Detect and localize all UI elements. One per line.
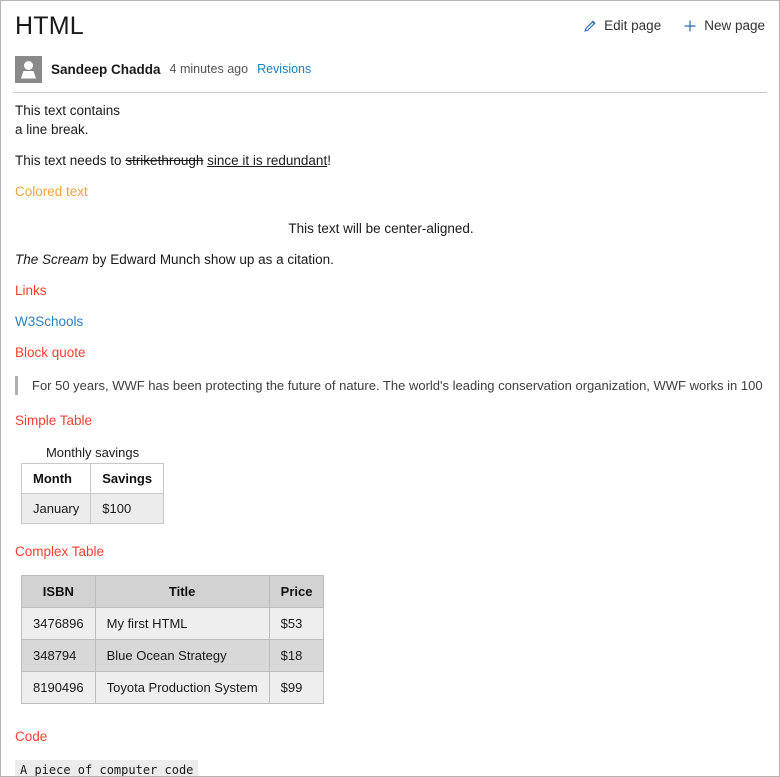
cell-isbn: 348794 (21, 639, 96, 672)
pencil-icon (583, 19, 597, 33)
column-header-title: Title (94, 575, 270, 608)
simple-table: Month Savings January $100 (20, 463, 165, 524)
column-header-savings: Savings (90, 463, 165, 494)
complex-table-wrapper: ISBN Title Price 3476896 My first HTML $… (21, 575, 325, 704)
w3schools-link[interactable]: W3Schools (15, 314, 83, 329)
table-row: January $100 (20, 493, 165, 524)
code-heading: Code (15, 729, 48, 744)
underlined-text: since it is redundant (207, 153, 328, 168)
strike-prefix: This text needs to (15, 153, 126, 168)
code-snippet: A piece of computer code (15, 760, 199, 776)
line-break-paragraph: This text contains a line break. (15, 101, 765, 139)
line-break-line-1: This text contains (15, 103, 121, 118)
page-title: HTML (15, 12, 84, 40)
simple-table-heading: Simple Table (15, 413, 93, 428)
column-header-isbn: ISBN (21, 575, 96, 608)
cell-savings: $100 (90, 493, 165, 524)
cell-price: $53 (268, 607, 325, 640)
revisions-link[interactable]: Revisions (257, 62, 311, 76)
cell-price: $99 (268, 671, 325, 704)
colored-text: Colored text (15, 184, 88, 199)
avatar-head (24, 60, 33, 70)
table-row: 8190496 Toyota Production System $99 (21, 671, 325, 704)
links-heading: Links (15, 283, 47, 298)
complex-table: ISBN Title Price 3476896 My first HTML $… (21, 575, 325, 704)
page-container: HTML Edit page New page Sandeep Chadda 4… (0, 0, 780, 777)
edit-page-label: Edit page (604, 18, 662, 33)
simple-table-wrapper: Monthly savings Month Savings January $1… (20, 445, 165, 524)
cell-month: January (20, 493, 92, 524)
center-aligned-text: This text will be center-aligned. (288, 221, 474, 236)
edit-page-button[interactable]: Edit page (583, 18, 661, 33)
user-avatar-icon (15, 55, 42, 83)
strikethrough-paragraph: This text needs to strikethrough since i… (15, 151, 765, 170)
table-row: 348794 Blue Ocean Strategy $18 (21, 639, 325, 672)
page-header: HTML Edit page New page (1, 1, 779, 47)
cell-title: Blue Ocean Strategy (94, 639, 270, 672)
strikethrough-text: strikethrough (125, 153, 204, 168)
citation-rest: by Edward Munch show up as a citation. (88, 252, 334, 267)
header-actions: Edit page New page (583, 11, 765, 33)
cell-isbn: 3476896 (21, 607, 96, 640)
column-header-month: Month (20, 463, 92, 494)
cell-isbn: 8190496 (21, 671, 96, 704)
new-page-label: New page (704, 18, 765, 33)
table-row: 3476896 My first HTML $53 (21, 607, 325, 640)
citation-paragraph: The Scream by Edward Munch show up as a … (15, 250, 765, 269)
blockquote-text: For 50 years, WWF has been protecting th… (15, 376, 765, 395)
page-content: This text contains a line break. This te… (1, 93, 779, 776)
strike-suffix: ! (327, 153, 331, 168)
plus-icon (683, 19, 697, 33)
column-header-price: Price (268, 575, 325, 608)
cell-title: Toyota Production System (94, 671, 270, 704)
table-header-row: ISBN Title Price (21, 575, 325, 608)
avatar-body (21, 70, 36, 79)
author-name: Sandeep Chadda (51, 61, 161, 77)
line-break-line-2: a line break. (15, 122, 89, 137)
simple-table-caption: Monthly savings (45, 445, 140, 460)
author-timestamp: 4 minutes ago (169, 62, 249, 76)
author-row: Sandeep Chadda 4 minutes ago Revisions (1, 47, 779, 87)
table-header-row: Month Savings (20, 463, 165, 494)
blockquote-heading: Block quote (15, 345, 86, 360)
citation-title: The Scream (15, 252, 89, 267)
cell-price: $18 (268, 639, 325, 672)
cell-title: My first HTML (94, 607, 270, 640)
new-page-button[interactable]: New page (683, 18, 765, 33)
complex-table-heading: Complex Table (15, 544, 105, 559)
